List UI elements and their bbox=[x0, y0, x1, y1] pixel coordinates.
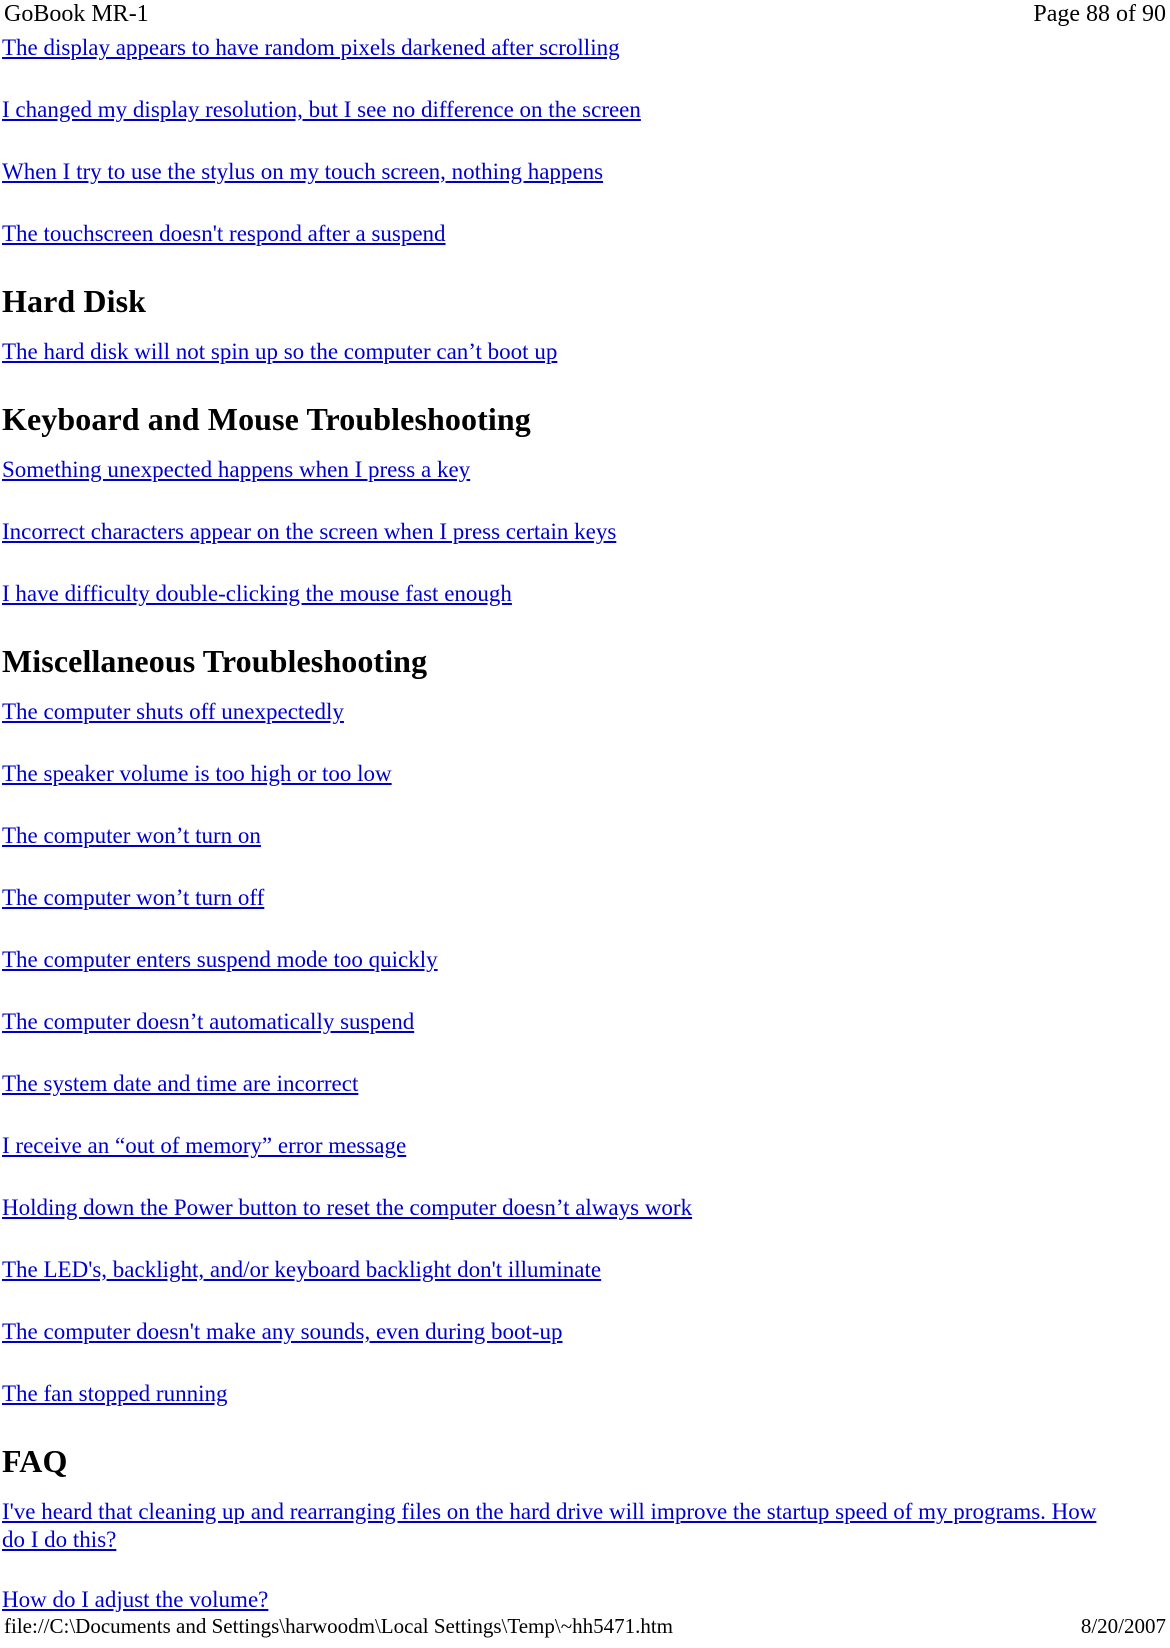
toc-link-fan-stopped[interactable]: The fan stopped running bbox=[2, 1381, 227, 1406]
toc-link-defragment-hard-drive[interactable]: I've heard that cleaning up and rearrang… bbox=[2, 1499, 1096, 1552]
toc-entry: Incorrect characters appear on the scree… bbox=[2, 518, 1120, 546]
page-content: The display appears to have random pixel… bbox=[0, 34, 1120, 1648]
toc-entry: The speaker volume is too high or too lo… bbox=[2, 760, 1120, 788]
toc-link-wont-turn-on[interactable]: The computer won’t turn on bbox=[2, 823, 261, 848]
toc-link-stylus-touch-screen[interactable]: When I try to use the stylus on my touch… bbox=[2, 159, 603, 184]
printed-page: GoBook MR-1 Page 88 of 90 The display ap… bbox=[0, 0, 1170, 1645]
toc-link-touchscreen-suspend[interactable]: The touchscreen doesn't respond after a … bbox=[2, 221, 446, 246]
section-heading-keyboard-mouse: Keyboard and Mouse Troubleshooting bbox=[2, 401, 531, 437]
toc-link-wont-turn-off[interactable]: The computer won’t turn off bbox=[2, 885, 264, 910]
toc-entry: I have difficulty double-clicking the mo… bbox=[2, 580, 1120, 608]
toc-link-leds-backlight[interactable]: The LED's, backlight, and/or keyboard ba… bbox=[2, 1257, 601, 1282]
toc-link-no-sounds[interactable]: The computer doesn't make any sounds, ev… bbox=[2, 1319, 563, 1344]
source-file-path: file://C:\Documents and Settings\harwood… bbox=[4, 1614, 673, 1638]
toc-entry: When I try to use the stylus on my touch… bbox=[2, 158, 1120, 186]
toc-link-double-clicking[interactable]: I have difficulty double-clicking the mo… bbox=[2, 581, 512, 606]
section-heading-faq: FAQ bbox=[2, 1443, 68, 1479]
toc-link-no-auto-suspend[interactable]: The computer doesn’t automatically suspe… bbox=[2, 1009, 414, 1034]
toc-link-suspend-too-quickly[interactable]: The computer enters suspend mode too qui… bbox=[2, 947, 438, 972]
print-header: GoBook MR-1 Page 88 of 90 bbox=[0, 0, 1170, 30]
toc-entry: The display appears to have random pixel… bbox=[2, 34, 1120, 62]
toc-entry: Holding down the Power button to reset t… bbox=[2, 1194, 1120, 1222]
toc-entry: The system date and time are incorrect bbox=[2, 1070, 1120, 1098]
toc-link-hard-disk-spin-up[interactable]: The hard disk will not spin up so the co… bbox=[2, 339, 557, 364]
toc-entry: The computer won’t turn off bbox=[2, 884, 1120, 912]
toc-entry: The computer doesn't make any sounds, ev… bbox=[2, 1318, 1120, 1346]
toc-entry: How do I adjust the volume? bbox=[2, 1586, 1120, 1614]
toc-entry: Something unexpected happens when I pres… bbox=[2, 456, 1120, 484]
toc-link-out-of-memory[interactable]: I receive an “out of memory” error messa… bbox=[2, 1133, 406, 1158]
toc-entry: The computer doesn’t automatically suspe… bbox=[2, 1008, 1120, 1036]
print-footer: file://C:\Documents and Settings\harwood… bbox=[0, 1613, 1170, 1639]
document-title: GoBook MR-1 bbox=[4, 1, 149, 27]
toc-link-date-time-incorrect[interactable]: The system date and time are incorrect bbox=[2, 1071, 358, 1096]
toc-entry: The computer shuts off unexpectedly bbox=[2, 698, 1120, 726]
toc-entry: The hard disk will not spin up so the co… bbox=[2, 338, 1120, 366]
toc-link-unexpected-key-press[interactable]: Something unexpected happens when I pres… bbox=[2, 457, 470, 482]
toc-entry: The fan stopped running bbox=[2, 1380, 1120, 1408]
toc-entry: I changed my display resolution, but I s… bbox=[2, 96, 1120, 124]
toc-link-incorrect-characters[interactable]: Incorrect characters appear on the scree… bbox=[2, 519, 616, 544]
toc-link-shuts-off-unexpectedly[interactable]: The computer shuts off unexpectedly bbox=[2, 699, 344, 724]
toc-entry: The LED's, backlight, and/or keyboard ba… bbox=[2, 1256, 1120, 1284]
toc-entry: The touchscreen doesn't respond after a … bbox=[2, 220, 1120, 248]
toc-entry: The computer won’t turn on bbox=[2, 822, 1120, 850]
page-indicator: Page 88 of 90 bbox=[1033, 1, 1166, 27]
toc-link-power-button-reset[interactable]: Holding down the Power button to reset t… bbox=[2, 1195, 692, 1220]
section-heading-hard-disk: Hard Disk bbox=[2, 283, 147, 319]
toc-link-speaker-volume[interactable]: The speaker volume is too high or too lo… bbox=[2, 761, 392, 786]
toc-entry: I've heard that cleaning up and rearrang… bbox=[2, 1498, 1120, 1554]
print-date: 8/20/2007 bbox=[1080, 1614, 1166, 1638]
toc-entry: The computer enters suspend mode too qui… bbox=[2, 946, 1120, 974]
toc-link-adjust-volume[interactable]: How do I adjust the volume? bbox=[2, 1587, 268, 1612]
toc-link-display-random-pixels[interactable]: The display appears to have random pixel… bbox=[2, 35, 620, 60]
toc-entry: I receive an “out of memory” error messa… bbox=[2, 1132, 1120, 1160]
section-heading-miscellaneous: Miscellaneous Troubleshooting bbox=[2, 643, 428, 679]
toc-link-display-resolution[interactable]: I changed my display resolution, but I s… bbox=[2, 97, 641, 122]
